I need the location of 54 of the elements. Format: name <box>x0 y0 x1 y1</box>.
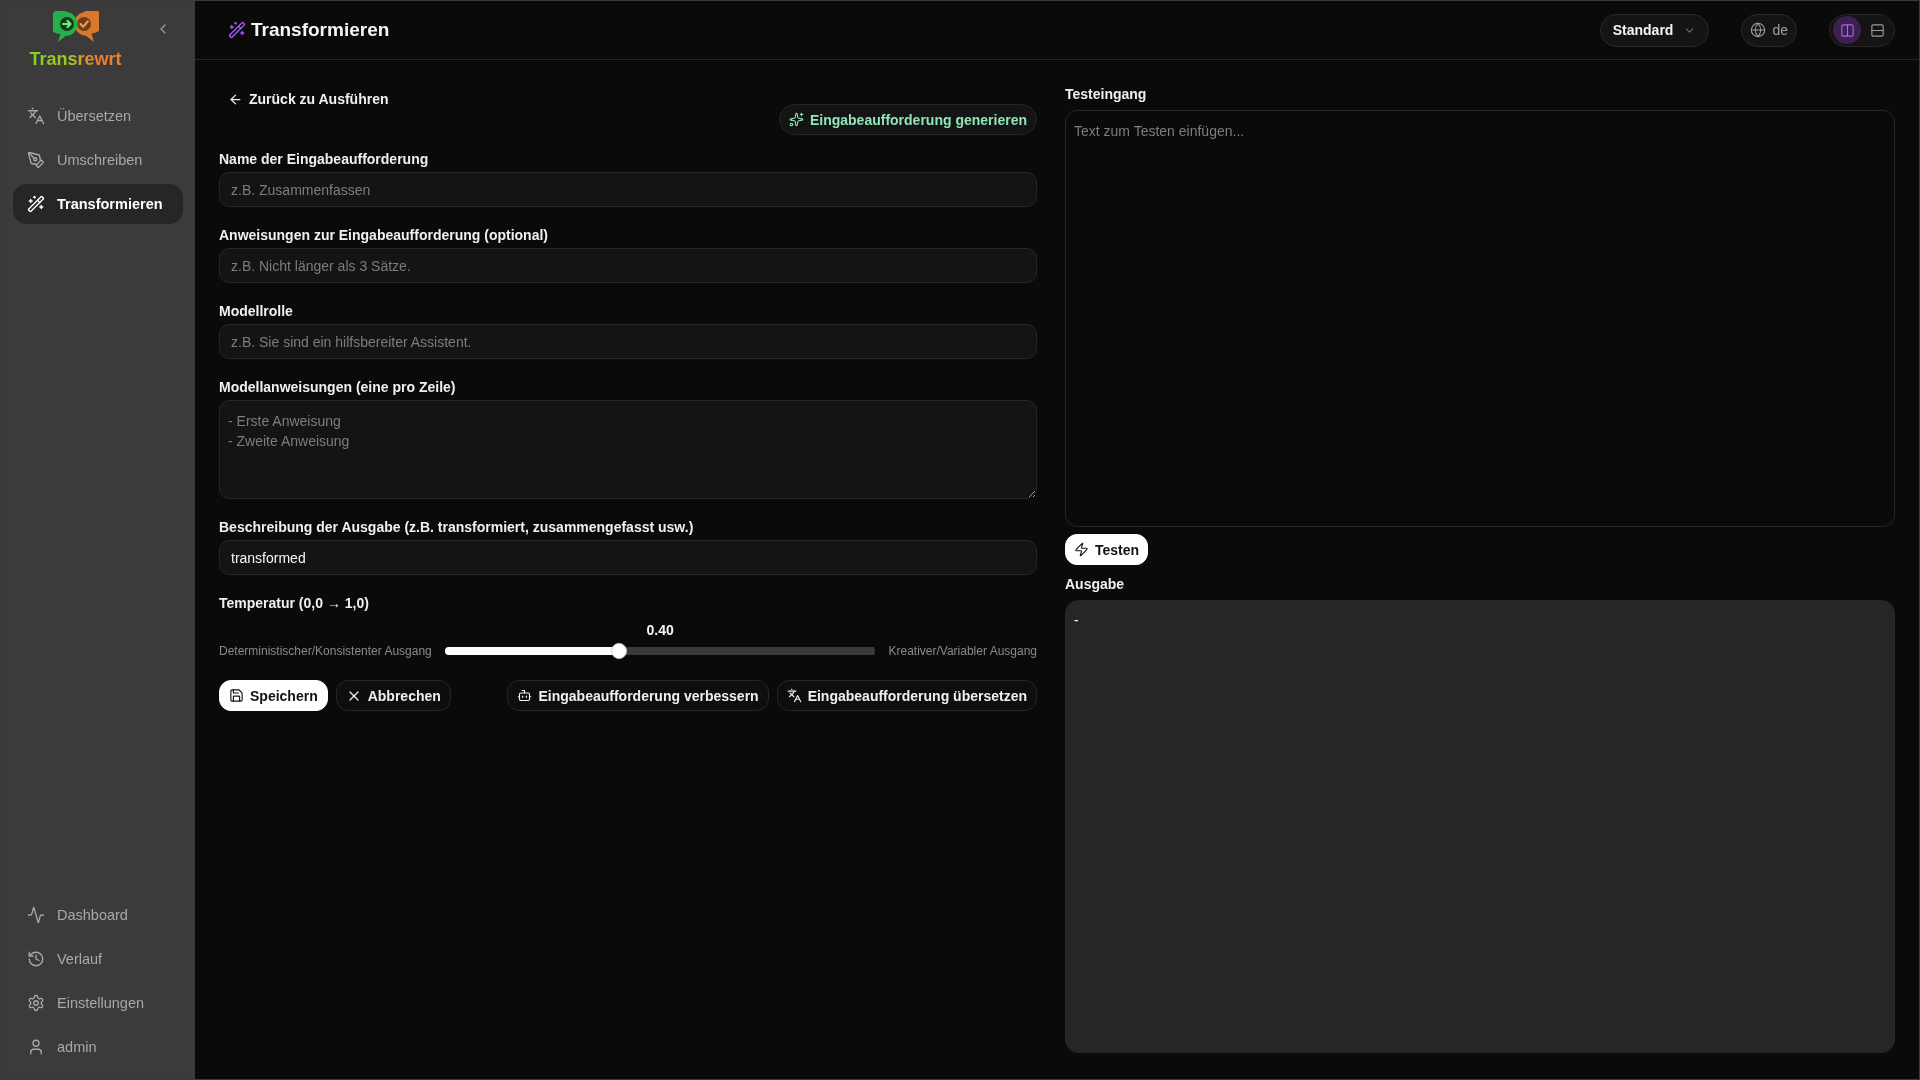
slider-min-label: Deterministischer/Konsistenter Ausgang <box>219 643 432 659</box>
input-field[interactable]: transformed <box>219 540 1037 575</box>
input-field[interactable]: z.B. Sie sind ein hilfsbereiter Assistent. <box>219 324 1037 359</box>
sidebar-item[interactable]: Dashboard <box>13 895 183 935</box>
slider-thumb[interactable] <box>610 643 627 659</box>
test-button[interactable]: Testen <box>1065 534 1149 565</box>
cancel-button[interactable]: Abbrechen <box>335 680 451 711</box>
textarea-field[interactable]: - Erste Anweisung - Zweite Anweisung <box>219 400 1037 499</box>
sidebar-item[interactable]: Transformieren <box>13 184 183 224</box>
field-label: Modellrolle <box>219 302 294 320</box>
sidebar-item[interactable]: Umschreiben <box>13 140 183 180</box>
user-icon <box>27 1038 45 1056</box>
field-label: Beschreibung der Ausgabe (z.B. transformiert, zusammengefasst usw.) <box>219 518 695 536</box>
globe-icon <box>1750 22 1767 38</box>
rows-icon <box>1869 22 1885 38</box>
history-icon <box>27 950 45 968</box>
test-input-field[interactable]: Text zum Testen einfügen... <box>1065 110 1895 527</box>
improve-button[interactable]: Eingabeaufforderung verbessern <box>507 680 769 711</box>
magic-wand-icon <box>27 195 45 213</box>
sparkles-icon <box>788 112 804 127</box>
sidebar-item[interactable]: Verlauf <box>13 939 183 979</box>
save-icon <box>229 688 244 703</box>
robot-icon <box>517 688 533 703</box>
settings-icon <box>27 994 45 1012</box>
field-label: Temperatur (0,0 → 1,0) <box>219 594 370 612</box>
sidebar-item[interactable]: Einstellungen <box>13 983 183 1023</box>
model-select[interactable]: Standard <box>1599 13 1710 47</box>
page-title: Transformieren <box>251 19 390 41</box>
field-label: Testeingang <box>1065 85 1148 103</box>
pen-nib-icon <box>27 151 45 169</box>
field-label: Anweisungen zur Eingabeaufforderung (optional) <box>219 226 549 244</box>
translate-icon <box>27 107 45 125</box>
field-label: Name der Eingabeaufforderung <box>219 150 430 168</box>
columns-icon <box>1839 22 1855 38</box>
slider-max-label: Kreativer/Variabler Ausgang <box>888 643 1037 659</box>
layout-option[interactable] <box>1833 16 1861 44</box>
lightning-icon <box>1074 542 1089 557</box>
save-button[interactable]: Speichern <box>219 680 328 711</box>
output-text: - <box>1074 611 1079 630</box>
translate-button[interactable]: Eingabeaufforderung übersetzen <box>776 680 1037 711</box>
input-field[interactable]: z.B. Nicht länger als 3 Sätze. <box>219 248 1037 283</box>
pulse-icon <box>27 906 45 924</box>
language-button[interactable]: de <box>1741 13 1797 47</box>
sidebar-item[interactable]: admin <box>13 1027 183 1067</box>
back-link[interactable]: Zurück zu Ausführen <box>219 88 389 110</box>
sidebar-item[interactable]: Übersetzen <box>13 96 183 136</box>
field-label: Modellanweisungen (eine pro Zeile) <box>219 378 457 396</box>
magic-wand-icon <box>228 21 246 39</box>
speech-bubbles-icon <box>52 11 99 43</box>
translate-icon <box>786 688 802 703</box>
field-label: Ausgabe <box>1065 575 1126 593</box>
input-field[interactable]: z.B. Zusammenfassen <box>219 172 1037 207</box>
slider-value: 0.40 <box>646 621 674 639</box>
generate-button[interactable]: Eingabeaufforderung generieren <box>778 104 1037 135</box>
